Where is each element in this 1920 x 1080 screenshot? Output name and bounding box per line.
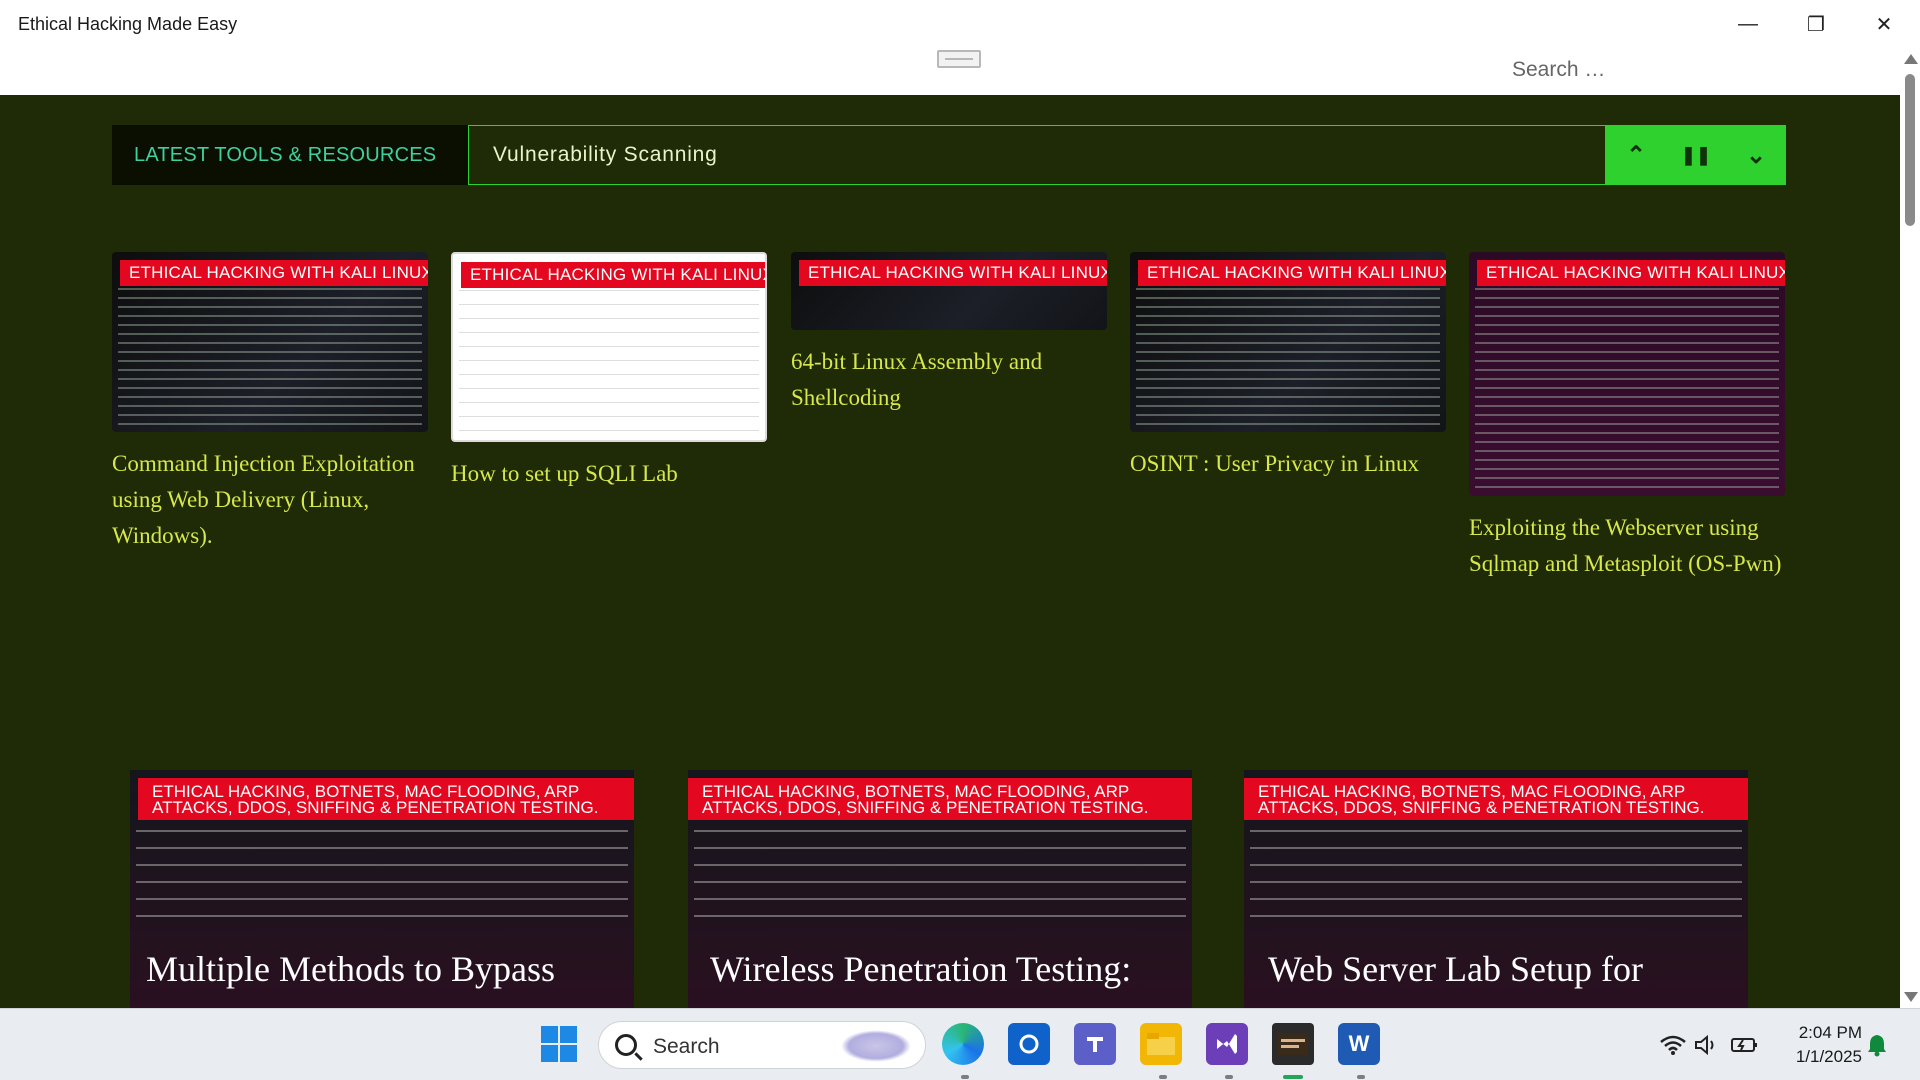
category-badge[interactable]: ETHICAL HACKING WITH KALI LINUX <box>461 262 765 288</box>
restore-button[interactable]: ❐ <box>1782 0 1850 48</box>
ticker-controls: ⌃ ❚❚ ⌄ <box>1606 125 1786 185</box>
post-title[interactable]: How to set up SQLI Lab <box>451 456 767 492</box>
volume-icon[interactable] <box>1694 1009 1720 1080</box>
category-badge[interactable]: ETHICAL HACKING, BOTNETS, MAC FLOODING, … <box>688 778 1192 820</box>
minimize-button[interactable]: — <box>1714 0 1782 48</box>
scroll-down-arrow-icon[interactable] <box>1904 992 1918 1002</box>
post-thumbnail[interactable]: ETHICAL HACKING WITH KALI LINUX <box>1130 252 1446 432</box>
file-explorer-icon[interactable] <box>1140 1023 1182 1065</box>
ticker-pause-button[interactable]: ❚❚ <box>1666 125 1726 185</box>
featured-title[interactable]: Wireless Penetration Testing: <box>710 948 1131 990</box>
post-title[interactable]: OSINT : User Privacy in Linux <box>1130 446 1446 482</box>
system-clock[interactable]: 2:04 PM 1/1/2025 <box>1770 1021 1862 1069</box>
taskbar-search-label: Search <box>653 1035 720 1058</box>
ticker-label: LATEST TOOLS & RESOURCES <box>112 125 468 185</box>
category-badge[interactable]: ETHICAL HACKING, BOTNETS, MAC FLOODING, … <box>1244 778 1748 820</box>
featured-card[interactable]: ETHICAL HACKING, BOTNETS, MAC FLOODING, … <box>670 770 1192 1010</box>
menu-toggle-icon[interactable] <box>937 50 981 68</box>
taskbar: Search W 2:04 PM 1/1/2025 <box>0 1008 1920 1080</box>
battery-icon[interactable] <box>1730 1009 1758 1080</box>
category-badge[interactable]: ETHICAL HACKING WITH KALI LINUX <box>799 260 1107 286</box>
post-card[interactable]: ETHICAL HACKING WITH KALI LINUX Exploiti… <box>1469 252 1785 582</box>
post-card[interactable]: ETHICAL HACKING WITH KALI LINUX How to s… <box>451 252 767 492</box>
post-thumbnail[interactable]: ETHICAL HACKING WITH KALI LINUX <box>1469 252 1785 496</box>
search-icon <box>615 1034 637 1056</box>
outlook-icon[interactable] <box>1008 1023 1050 1065</box>
title-bar: Ethical Hacking Made Easy — ❐ ✕ <box>0 0 1920 48</box>
post-title[interactable]: Exploiting the Webserver using Sqlmap an… <box>1469 510 1785 582</box>
featured-card[interactable]: ETHICAL HACKING, BOTNETS, MAC FLOODING, … <box>1226 770 1748 1010</box>
windows-start-icon[interactable] <box>538 1023 580 1065</box>
post-card[interactable]: ETHICAL HACKING WITH KALI LINUX 64-bit L… <box>791 252 1107 416</box>
post-thumbnail[interactable]: ETHICAL HACKING WITH KALI LINUX <box>451 252 767 442</box>
search-input[interactable]: Search … <box>1512 58 1605 82</box>
wifi-icon[interactable] <box>1660 1009 1686 1080</box>
edge-icon[interactable] <box>942 1023 984 1065</box>
ticker-current-item[interactable]: Vulnerability Scanning <box>468 125 1606 185</box>
category-badge[interactable]: ETHICAL HACKING WITH KALI LINUX <box>1138 260 1446 286</box>
featured-title[interactable]: Web Server Lab Setup for <box>1268 948 1643 990</box>
search-highlight-icon <box>841 1030 911 1062</box>
ticker-down-button[interactable]: ⌄ <box>1726 125 1786 185</box>
post-title[interactable]: Command Injection Exploitation using Web… <box>112 446 428 554</box>
window-title: Ethical Hacking Made Easy <box>18 14 238 34</box>
category-badge[interactable]: ETHICAL HACKING WITH KALI LINUX <box>1477 260 1785 286</box>
featured-card[interactable]: ETHICAL HACKING, BOTNETS, MAC FLOODING, … <box>112 770 634 1010</box>
scroll-thumb[interactable] <box>1905 74 1915 226</box>
scroll-up-arrow-icon[interactable] <box>1904 54 1918 64</box>
teams-icon[interactable] <box>1074 1023 1116 1065</box>
terminal-app-icon[interactable] <box>1272 1023 1314 1065</box>
post-title[interactable]: 64-bit Linux Assembly and Shellcoding <box>791 344 1107 416</box>
post-card[interactable]: ETHICAL HACKING WITH KALI LINUX OSINT : … <box>1130 252 1446 482</box>
featured-title[interactable]: Multiple Methods to Bypass <box>146 948 555 990</box>
post-thumbnail[interactable]: ETHICAL HACKING WITH KALI LINUX <box>112 252 428 432</box>
page-scrollbar[interactable] <box>1900 48 1920 1008</box>
close-button[interactable]: ✕ <box>1850 0 1918 48</box>
clock-date: 1/1/2025 <box>1795 1047 1862 1066</box>
visual-studio-icon[interactable] <box>1206 1023 1248 1065</box>
category-badge[interactable]: ETHICAL HACKING, BOTNETS, MAC FLOODING, … <box>138 778 634 820</box>
word-icon[interactable]: W <box>1338 1023 1380 1065</box>
post-thumbnail[interactable]: ETHICAL HACKING WITH KALI LINUX <box>791 252 1107 330</box>
taskbar-search-box[interactable]: Search <box>598 1021 926 1069</box>
notification-bell-icon[interactable] <box>1866 1009 1888 1080</box>
ticker-up-button[interactable]: ⌃ <box>1606 125 1666 185</box>
site-header: Search … <box>0 48 1900 95</box>
clock-time: 2:04 PM <box>1798 1023 1862 1042</box>
post-card[interactable]: ETHICAL HACKING WITH KALI LINUX Command … <box>112 252 428 554</box>
category-badge[interactable]: ETHICAL HACKING WITH KALI LINUX <box>120 260 428 286</box>
